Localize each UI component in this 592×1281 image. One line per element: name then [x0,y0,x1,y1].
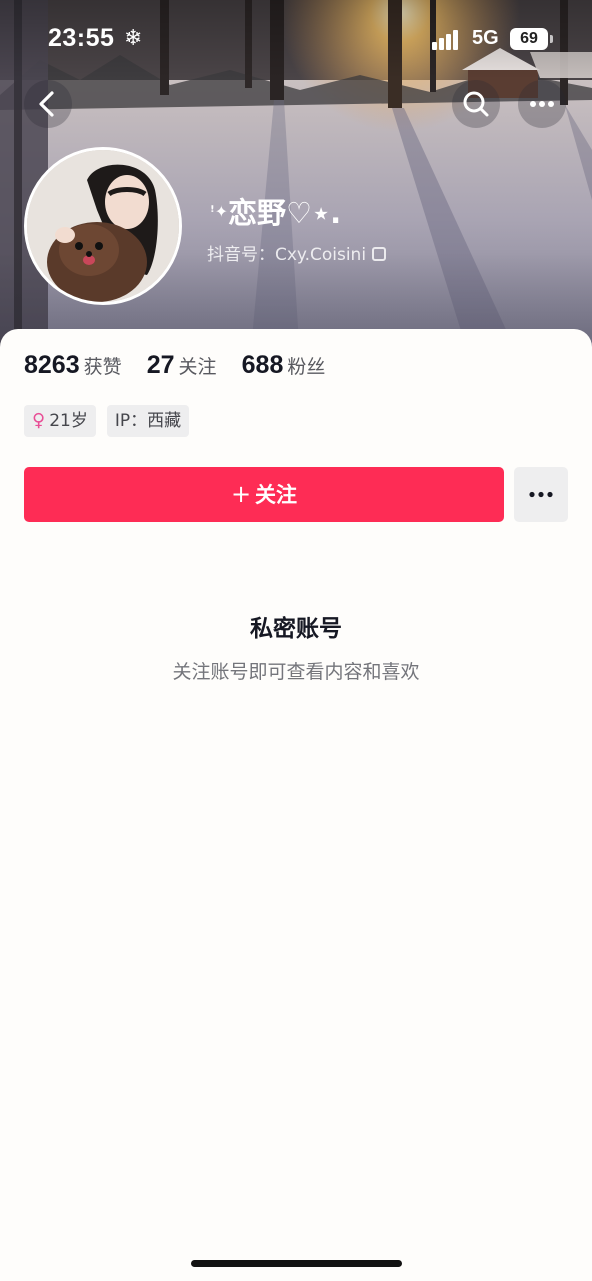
copy-icon[interactable] [372,247,387,261]
private-account-notice: 私密账号 关注账号即可查看内容和喜欢 [0,609,592,684]
age-tag: ♀ 21岁 [24,405,96,437]
female-icon: ♀ [32,410,46,431]
profile-page: 23:55 ❄ 5G 69 ꜝ✦恋野♡⋆. 抖音号：Cxy.Coisini 82… [0,0,592,1281]
age-text: 21岁 [49,411,88,431]
more-horizontal-icon [530,101,554,107]
cellular-signal-icon [432,28,464,50]
chevron-left-icon [39,91,54,117]
stat-followers[interactable]: 688 粉丝 [242,351,326,380]
stat-following[interactable]: 27 关注 [147,351,217,380]
nickname-text: 恋野 [228,196,287,230]
private-title: 私密账号 [250,616,342,642]
ip-tag: IP：西藏 [106,405,190,437]
network-type: 5G [472,27,499,49]
stat-followers-number: 688 [241,351,284,379]
profile-sheet: 8263 获赞 27 关注 688 粉丝 ♀ 21岁 IP：西藏 + 关注 私密账号 关注… [0,329,592,1281]
private-description: 关注账号即可查看内容和喜欢 [172,661,420,683]
more-horizontal-icon [529,491,553,498]
status-bar: 23:55 ❄ 5G 69 [0,0,592,80]
stat-following-label: 关注 [178,356,217,378]
stat-followers-label: 粉丝 [287,356,326,378]
nickname: ꜝ✦恋野♡⋆. [210,190,341,232]
plus-icon: + [230,480,252,508]
more-options-button[interactable] [518,80,566,128]
battery-icon: 69 [510,28,553,50]
follow-label: 关注 [255,483,298,507]
follow-more-button[interactable] [514,467,568,522]
snowflake-icon: ❄ [124,26,143,51]
nickname-prefix: ꜝ✦ [210,202,228,221]
douyin-id[interactable]: 抖音号：Cxy.Coisini [207,240,387,265]
stat-following-number: 27 [146,351,175,379]
back-button[interactable] [24,80,72,128]
follow-button[interactable]: + 关注 [24,467,504,522]
stats-row: 8263 获赞 27 关注 688 粉丝 [24,351,345,380]
stat-likes-label: 获赞 [83,356,122,378]
home-indicator[interactable] [191,1260,402,1267]
stat-likes-number: 8263 [24,351,80,379]
avatar[interactable] [24,147,182,305]
stat-likes[interactable]: 8263 获赞 [24,351,122,380]
douyin-id-text: 抖音号：Cxy.Coisini [207,245,367,265]
search-icon [463,91,489,117]
nickname-suffix: ♡⋆. [286,196,342,230]
profile-tags: ♀ 21岁 IP：西藏 [24,405,195,437]
status-time: 23:55 [48,24,115,52]
search-button[interactable] [452,80,500,128]
